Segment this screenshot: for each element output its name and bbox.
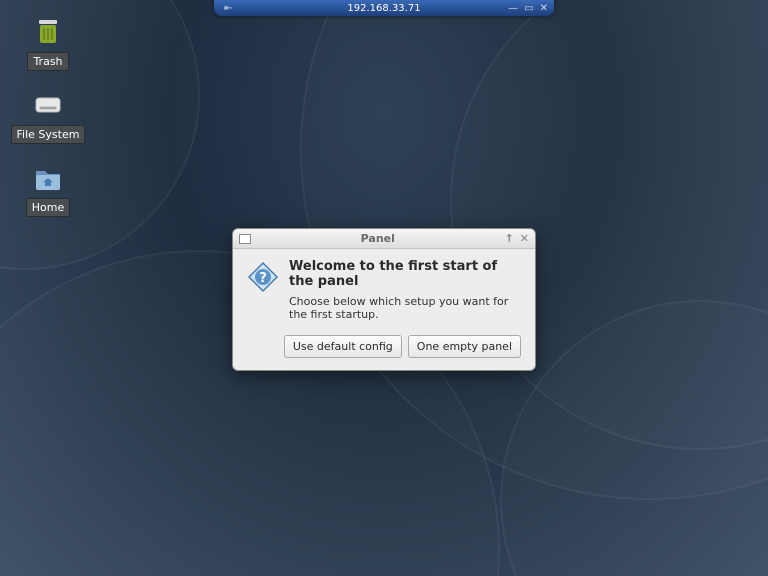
drive-icon (32, 89, 64, 121)
viewer-title: 192.168.33.71 (347, 3, 420, 14)
maximize-icon[interactable]: ▭ (524, 3, 533, 14)
desktop-icon-label: Trash (27, 52, 68, 71)
close-icon[interactable]: ✕ (540, 3, 548, 14)
desktop-icon-label: Home (26, 198, 70, 217)
desktop-icon-filesystem[interactable]: File System (20, 89, 76, 144)
one-empty-panel-button[interactable]: One empty panel (408, 335, 521, 358)
desktop-icons: Trash File System Home (20, 16, 76, 217)
window-icon (239, 234, 251, 244)
viewer-titlebar: ⇤ 192.168.33.71 — ▭ ✕ (214, 0, 554, 16)
desktop-icon-home[interactable]: Home (20, 162, 76, 217)
pin-icon[interactable]: ⇤ (224, 3, 232, 14)
use-default-config-button[interactable]: Use default config (284, 335, 402, 358)
desktop-icon-label: File System (11, 125, 86, 144)
minimize-icon[interactable]: — (508, 3, 518, 14)
dialog-close-icon[interactable]: ✕ (520, 232, 529, 245)
desktop-icon-trash[interactable]: Trash (20, 16, 76, 71)
svg-text:?: ? (259, 271, 267, 286)
home-folder-icon (32, 162, 64, 194)
dialog-subtext: Choose below which setup you want for th… (289, 295, 521, 321)
dialog-heading: Welcome to the first start of the panel (289, 259, 521, 289)
panel-dialog: Panel ↑ ✕ ? Welcome to the first start o… (232, 228, 536, 371)
trash-icon (32, 16, 64, 48)
dialog-titlebar[interactable]: Panel ↑ ✕ (233, 229, 535, 249)
dialog-rollup-icon[interactable]: ↑ (505, 232, 514, 245)
dialog-title: Panel (251, 232, 505, 245)
question-icon: ? (247, 261, 279, 293)
